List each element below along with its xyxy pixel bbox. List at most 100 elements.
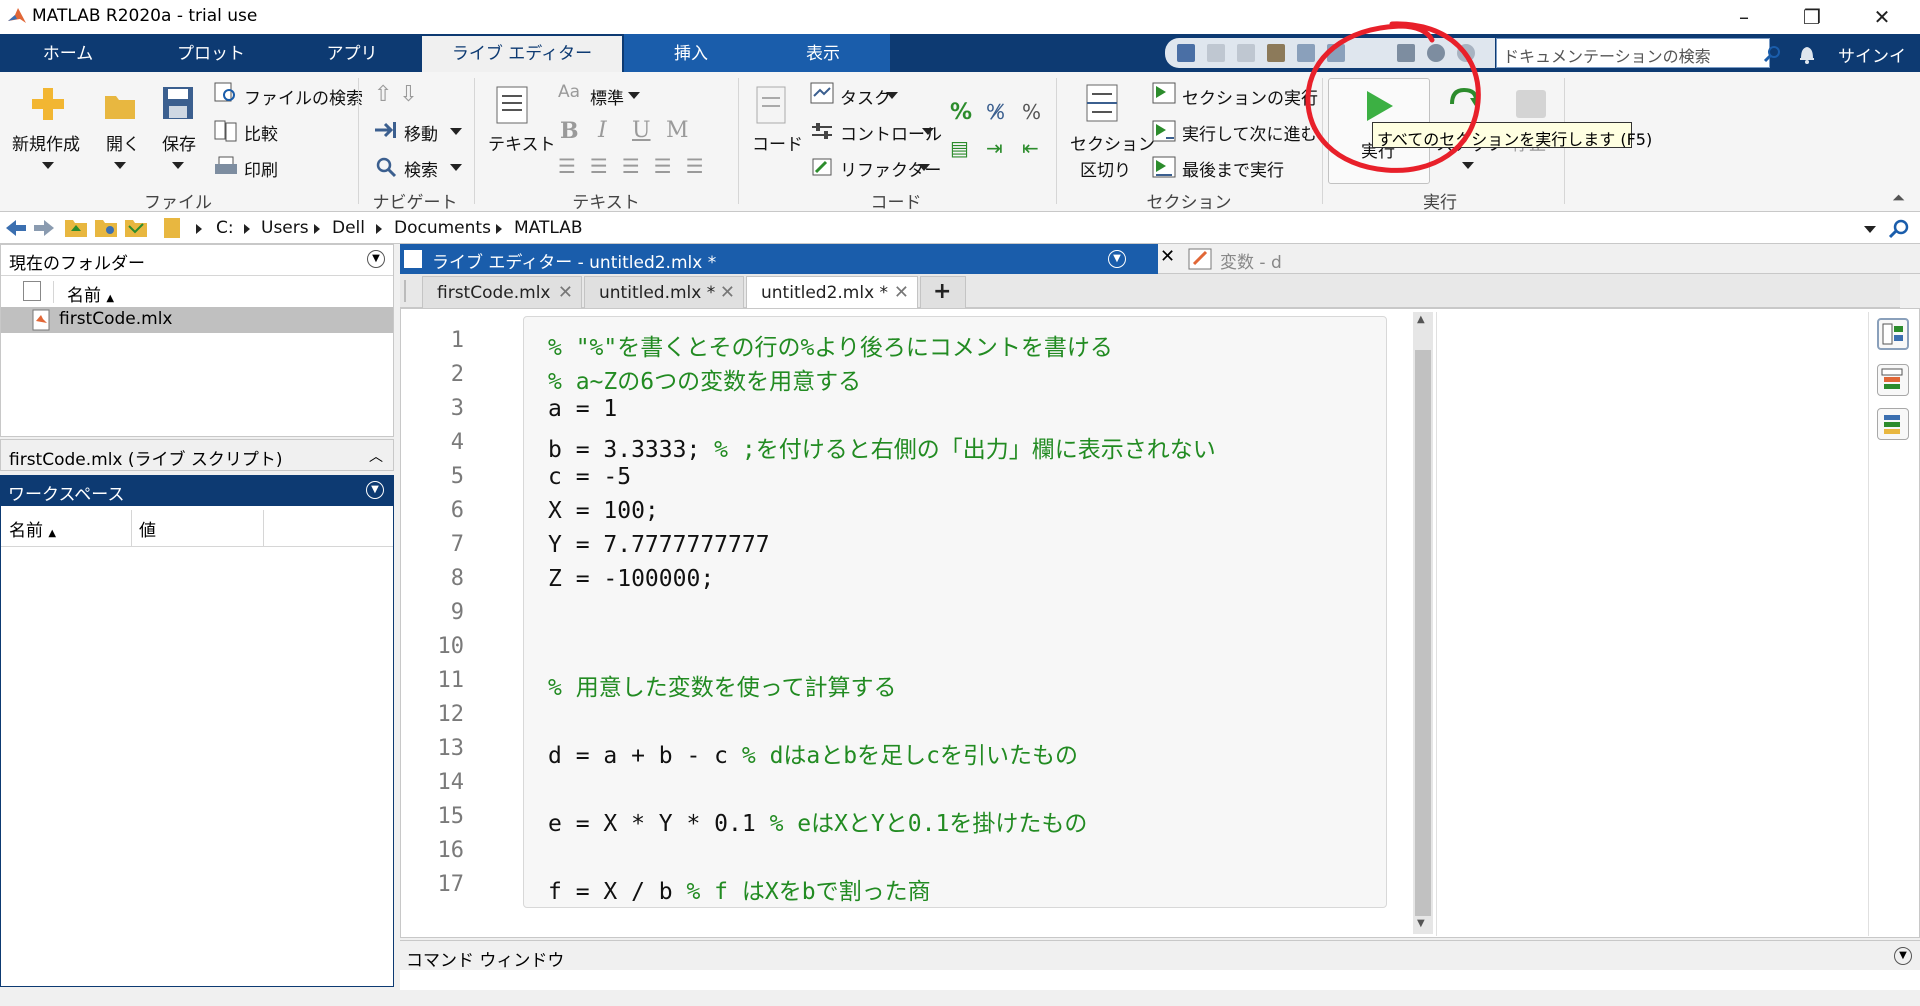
minimize-button[interactable]: – <box>1714 0 1774 34</box>
code-line[interactable]: % 用意した変数を使って計算する <box>548 668 897 702</box>
uncomment-icon[interactable]: %̸ <box>986 100 1005 124</box>
address-dropdown-icon[interactable] <box>1864 226 1876 233</box>
file-tab[interactable]: untitled.mlx * ✕ <box>584 276 744 308</box>
breadcrumb-part[interactable]: Users <box>261 218 309 238</box>
refactor-dropdown-icon[interactable] <box>918 164 930 171</box>
tab-plot[interactable]: プロット <box>140 34 282 72</box>
file-tab-active[interactable]: untitled2.mlx * ✕ <box>746 276 918 309</box>
close-tab-icon[interactable]: ✕ <box>720 282 735 303</box>
section-break-label-2[interactable]: 区切り <box>1080 156 1131 181</box>
panel-menu-icon[interactable]: ▼ <box>366 481 384 499</box>
find-button[interactable]: 検索 <box>404 156 438 181</box>
file-tab[interactable]: firstCode.mlx ✕ <box>422 276 582 308</box>
browse-folder-icon[interactable] <box>94 216 118 238</box>
style-dropdown-icon[interactable] <box>628 92 640 99</box>
bold-icon[interactable]: B <box>560 118 579 144</box>
panel-menu-icon[interactable]: ▼ <box>1894 947 1912 965</box>
style-select[interactable]: 標準 <box>590 84 624 109</box>
run-to-end-button[interactable]: 最後まで実行 <box>1182 156 1284 181</box>
chevron-up-icon[interactable]: ︿ <box>369 446 383 466</box>
save-dropdown-icon[interactable] <box>172 162 184 169</box>
new-dropdown-icon[interactable] <box>42 162 54 169</box>
scroll-up-icon[interactable]: ▲ <box>1417 314 1425 325</box>
decrease-indent-icon[interactable]: ⇤ <box>1022 136 1039 160</box>
code-line[interactable]: % "%"を書くとその行の%より後ろにコメントを書ける <box>548 328 1113 362</box>
panel-menu-icon[interactable]: ▼ <box>1108 250 1126 268</box>
documentation-search-input[interactable]: ドキュメンテーションの検索 <box>1496 38 1770 68</box>
scroll-down-icon[interactable]: ▼ <box>1417 918 1425 929</box>
breadcrumb-part[interactable]: MATLAB <box>514 218 583 238</box>
breadcrumb-part[interactable]: Dell <box>332 218 365 238</box>
paste-icon[interactable] <box>1267 44 1285 62</box>
paragraph-format-icons[interactable]: ☰☰☰☰☰ <box>558 154 718 178</box>
tab-apps[interactable]: アプリ <box>284 34 420 72</box>
workspace-name-header[interactable]: 名前 ▲ <box>9 516 56 541</box>
increase-indent-icon[interactable]: ⇥ <box>986 136 1003 160</box>
up-folder-icon[interactable] <box>64 216 88 238</box>
run-section-button[interactable]: セクションの実行 <box>1182 84 1318 109</box>
compare-button[interactable]: 比較 <box>244 120 278 145</box>
monospace-icon[interactable]: M <box>666 118 689 143</box>
open-dropdown-icon[interactable] <box>114 162 126 169</box>
breadcrumb-part[interactable]: Documents <box>394 218 491 238</box>
variables-title[interactable]: 変数 - d <box>1220 248 1282 273</box>
tab-home[interactable]: ホーム <box>0 34 136 72</box>
restore-button[interactable]: ❐ <box>1782 0 1842 34</box>
print-button[interactable]: 印刷 <box>244 156 278 181</box>
open-button[interactable]: 開く <box>106 130 140 155</box>
tab-insert[interactable]: 挿入 <box>624 34 758 72</box>
wrap-comment-icon[interactable]: % <box>1022 100 1041 124</box>
code-line[interactable]: d = a + b - c % dはaとbを足しcを引いたもの <box>548 736 1078 770</box>
output-right-icon[interactable] <box>1877 318 1909 350</box>
code-line[interactable]: f = X / b % f はXをbで割った商 <box>548 872 931 906</box>
code-button[interactable]: コード <box>752 130 803 155</box>
goto-dropdown-icon[interactable] <box>450 128 462 135</box>
hide-code-icon[interactable] <box>1877 408 1909 440</box>
address-search-icon[interactable] <box>1888 218 1910 240</box>
code-line[interactable]: e = X * Y * 0.1 % eはXとYと0.1を掛けたもの <box>548 804 1087 838</box>
goto-button[interactable]: 移動 <box>404 120 438 145</box>
run-advance-button[interactable]: 実行して次に進む <box>1182 120 1318 145</box>
tab-live-editor[interactable]: ライブ エディター <box>422 36 622 72</box>
code-line[interactable]: a = 1 <box>548 396 617 422</box>
code-line[interactable]: X = 100; <box>548 498 659 524</box>
code-line[interactable]: c = -5 <box>548 464 631 490</box>
new-button[interactable]: 新規作成 <box>12 130 80 155</box>
section-break-button[interactable]: セクション <box>1070 130 1155 155</box>
breadcrumb-part[interactable]: C: <box>216 218 234 238</box>
task-dropdown-icon[interactable] <box>886 92 898 99</box>
close-editor-icon[interactable]: ✕ <box>1160 246 1175 267</box>
add-tab-button[interactable]: + <box>920 276 966 308</box>
save-button[interactable]: 保存 <box>162 130 196 155</box>
save-quick-icon[interactable] <box>1177 44 1195 62</box>
close-tab-icon[interactable]: ✕ <box>558 282 573 303</box>
comment-icon[interactable]: % <box>950 100 972 125</box>
italic-icon[interactable]: I <box>598 118 607 143</box>
text-button[interactable]: テキスト <box>488 130 556 155</box>
close-tab-icon[interactable]: ✕ <box>894 282 909 303</box>
code-line[interactable]: Z = -100000; <box>548 566 714 592</box>
panel-menu-icon[interactable]: ▼ <box>367 250 385 268</box>
search-icon[interactable] <box>1762 44 1782 64</box>
close-button[interactable]: ✕ <box>1852 0 1912 34</box>
output-inline-icon[interactable] <box>1877 364 1909 396</box>
code-line[interactable]: % a~Zの6つの変数を用意する <box>548 362 861 396</box>
underline-icon[interactable]: U <box>632 118 651 143</box>
collapse-ribbon-icon[interactable]: ⏶ <box>1892 188 1905 208</box>
bell-icon[interactable] <box>1797 42 1817 64</box>
find-dropdown-icon[interactable] <box>450 164 462 171</box>
back-arrow-icon[interactable] <box>4 218 28 238</box>
cut-icon[interactable] <box>1207 44 1225 62</box>
workspace-value-header[interactable]: 値 <box>139 516 156 541</box>
editor-scroll-thumb[interactable] <box>1415 350 1431 916</box>
task-button[interactable]: タスク <box>840 84 891 109</box>
forward-arrow-icon[interactable] <box>32 218 56 238</box>
indent-icon[interactable]: ▤ <box>950 136 969 160</box>
command-window[interactable] <box>400 970 1920 990</box>
file-details-bar[interactable]: firstCode.mlx (ライブ スクリプト) ︿ <box>0 439 394 471</box>
code-line[interactable]: b = 3.3333; % ;を付けると右側の「出力」欄に表示されない <box>548 430 1216 464</box>
column-name-header[interactable]: 名前 ▲ <box>67 281 114 306</box>
control-dropdown-icon[interactable] <box>922 128 934 135</box>
folder-tree-icon[interactable] <box>124 216 148 238</box>
find-files-button[interactable]: ファイルの検索 <box>244 84 363 109</box>
